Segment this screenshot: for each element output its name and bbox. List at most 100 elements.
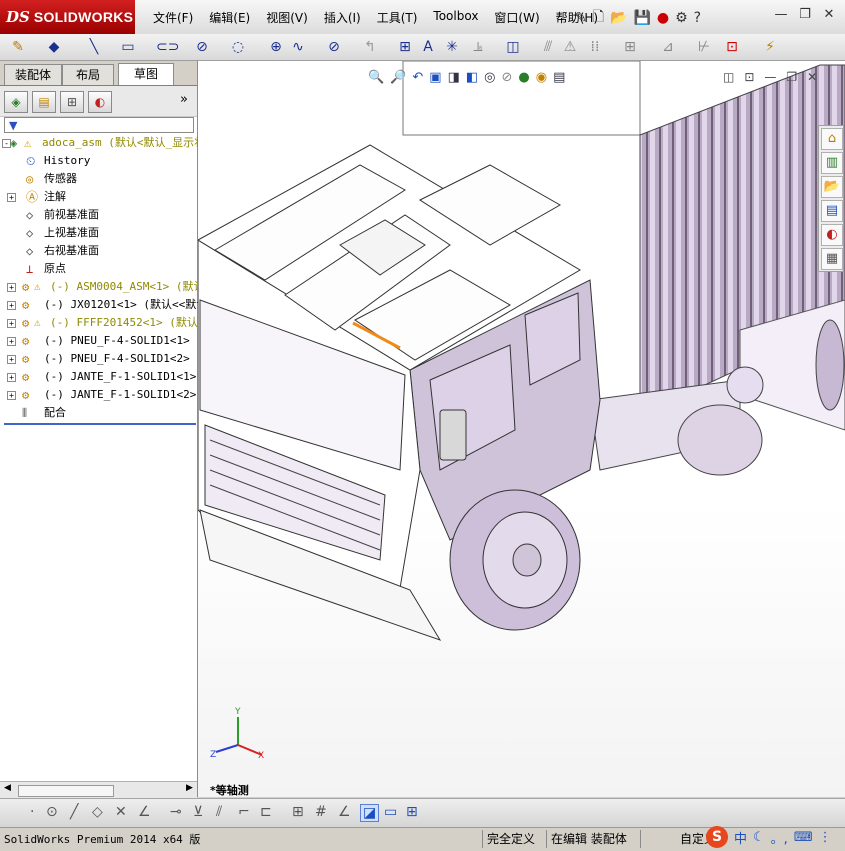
hide-show-items-icon[interactable]: ⊘ — [502, 70, 513, 85]
keyboard-icon[interactable]: ⌨ — [794, 830, 813, 845]
expand-panel-icon[interactable]: » — [180, 92, 188, 107]
view-orientation-icon[interactable]: ◧ — [466, 70, 478, 85]
minimize-icon[interactable]: — — [772, 7, 790, 22]
move-entities-icon[interactable]: ⊞ — [620, 38, 640, 56]
convert-entities-icon[interactable]: ◫ — [503, 38, 523, 56]
menu-edit[interactable]: 编辑(E) — [201, 9, 258, 26]
view-palette-icon[interactable]: ▤ — [821, 200, 843, 222]
file-explorer-icon[interactable]: 📂 — [821, 176, 843, 198]
intersection-tool-icon[interactable]: ✕ — [115, 804, 127, 820]
tree-rollback-bar[interactable] — [4, 423, 196, 425]
tangent-tool-icon[interactable]: ∠ — [138, 804, 151, 820]
tab-layout[interactable]: 布局 — [62, 64, 114, 85]
single-view-icon[interactable]: ▭ — [384, 804, 397, 820]
expand-icon[interactable]: + — [7, 373, 16, 382]
arc-icon[interactable]: ◌ — [228, 38, 248, 56]
point-tool-icon[interactable]: · — [30, 804, 34, 820]
expand-icon[interactable]: + — [7, 355, 16, 364]
viewport-split-icon[interactable]: ◫ — [723, 70, 734, 84]
horizontal-scrollbar[interactable]: ◀ ▶ — [0, 781, 197, 798]
scroll-thumb[interactable] — [18, 785, 114, 797]
new-document-icon[interactable]: 🗋 — [593, 6, 604, 30]
polygon-icon[interactable]: ⊕ — [266, 38, 286, 56]
scroll-left-icon[interactable]: ◀ — [4, 783, 11, 793]
expand-icon[interactable]: + — [7, 193, 16, 202]
viewport-link-icon[interactable]: ⊡ — [744, 70, 754, 84]
menu-insert[interactable]: 插入(I) — [316, 9, 369, 26]
four-view-icon[interactable]: ⊞ — [406, 804, 418, 820]
trim-icon[interactable]: ⚠ — [560, 38, 580, 56]
menu-tools[interactable]: 工具(T) — [369, 9, 426, 26]
quick-snaps-icon[interactable]: ⊡ — [722, 38, 742, 56]
appearances-icon[interactable]: ◐ — [821, 224, 843, 246]
parallel-tool-icon[interactable]: ⫽ — [216, 804, 222, 820]
smart-dimension-icon[interactable]: ◆ — [44, 38, 64, 56]
fillet-icon[interactable]: ↰ — [360, 38, 380, 56]
text-icon[interactable]: A — [418, 38, 438, 56]
angle-icon[interactable]: ∠ — [338, 804, 351, 820]
section-view-icon[interactable]: ▣ — [429, 70, 441, 85]
display-manager-icon[interactable]: ◐ — [88, 91, 112, 113]
offset-icon[interactable]: ⫻ — [538, 38, 558, 56]
save-icon[interactable]: 💾 — [633, 10, 650, 26]
help-icon[interactable]: ? — [694, 10, 701, 26]
custom-properties-icon[interactable]: ▦ — [821, 248, 843, 270]
ime-language[interactable]: 中 — [734, 828, 747, 847]
menu-window[interactable]: 窗口(W) — [486, 9, 547, 26]
ime-punctuation[interactable]: 。, — [771, 828, 788, 847]
scroll-right-icon[interactable]: ▶ — [186, 783, 193, 793]
close-icon[interactable]: ✕ — [820, 7, 838, 22]
design-library-icon[interactable]: ▥ — [821, 152, 843, 174]
solidworks-logo[interactable]: DS SOLIDWORKS — [0, 0, 135, 34]
viewport-restore-icon[interactable]: ❐ — [786, 70, 797, 84]
zoom-to-fit-icon[interactable]: 🔍 — [368, 70, 384, 85]
sketch-text-icon[interactable]: ⊞ — [395, 38, 415, 56]
expand-icon[interactable]: + — [7, 283, 16, 292]
repair-sketch-icon[interactable]: ⊬ — [694, 38, 714, 56]
rapid-sketch-icon[interactable]: ⚡ — [760, 38, 780, 56]
mirror-icon[interactable]: ⫡ — [468, 38, 488, 56]
solidworks-resources-icon[interactable]: ⌂ — [821, 128, 843, 150]
tab-assembly[interactable]: 装配体 — [4, 64, 62, 85]
pin-icon[interactable]: ✎ — [575, 10, 587, 26]
property-manager-icon[interactable]: ▤ — [32, 91, 56, 113]
sogou-logo-icon[interactable]: S — [706, 826, 728, 848]
menu-icon[interactable]: ⋮ — [819, 830, 832, 845]
circle-tool-icon[interactable]: ⊙ — [46, 804, 58, 820]
line-icon[interactable]: ╲ — [84, 38, 104, 56]
grid-icon[interactable]: # — [315, 804, 327, 820]
apply-scene-icon[interactable]: ◉ — [536, 70, 547, 85]
line-tool-icon[interactable]: ╱ — [70, 804, 78, 820]
expand-icon[interactable]: + — [7, 301, 16, 310]
midpoint-tool-icon[interactable]: ⊸ — [170, 804, 182, 820]
options-icon[interactable]: ⚙ — [675, 10, 688, 26]
view-cube-icon[interactable]: ◪ — [360, 804, 380, 822]
display-relations-icon[interactable]: ⊿ — [658, 38, 678, 56]
tab-sketch[interactable]: 草图 — [118, 63, 174, 85]
truck-model-view[interactable]: Y X Z — [198, 61, 845, 797]
rectangle-icon[interactable]: ▭ — [118, 38, 138, 56]
quadrant-tool-icon[interactable]: ⊻ — [193, 804, 203, 820]
spline-icon[interactable]: ∿ — [288, 38, 308, 56]
viewport-minimize-icon[interactable]: — — [764, 70, 776, 84]
dynamic-annotation-icon[interactable]: ◨ — [448, 70, 460, 85]
view-settings-icon[interactable]: ▤ — [553, 70, 565, 85]
menu-view[interactable]: 视图(V) — [258, 9, 316, 26]
tree-filter[interactable]: ▼ — [4, 117, 194, 133]
menu-file[interactable]: 文件(F) — [145, 9, 201, 26]
linear-pattern-icon[interactable]: ⁞⁞ — [585, 38, 605, 56]
moon-icon[interactable]: ☾ — [753, 830, 765, 845]
point-icon[interactable]: ✳ — [442, 38, 462, 56]
zoom-to-area-icon[interactable]: 🔎 — [390, 70, 406, 85]
previous-view-icon[interactable]: ↶ — [412, 70, 423, 85]
restore-icon[interactable]: ❐ — [796, 7, 814, 22]
expand-icon[interactable]: + — [7, 337, 16, 346]
grid-snap-icon[interactable]: ⊞ — [292, 804, 304, 820]
perpendicular-tool-icon[interactable]: ⌐ — [238, 804, 250, 820]
slot-icon[interactable]: ⊂⊃ — [156, 38, 179, 56]
feature-manager-tree-icon[interactable]: ◈ — [4, 91, 28, 113]
menu-toolbox[interactable]: Toolbox — [425, 9, 486, 26]
display-style-icon[interactable]: ◎ — [484, 70, 495, 85]
graphics-area[interactable]: Y X Z 🔍 🔎 ↶ ▣ ◨ ◧ ◎ ⊘ ● ◉ ▤ ◫ ⊡ — ❐ ✕ — [198, 61, 845, 797]
viewport-close-icon[interactable]: ✕ — [807, 70, 817, 84]
